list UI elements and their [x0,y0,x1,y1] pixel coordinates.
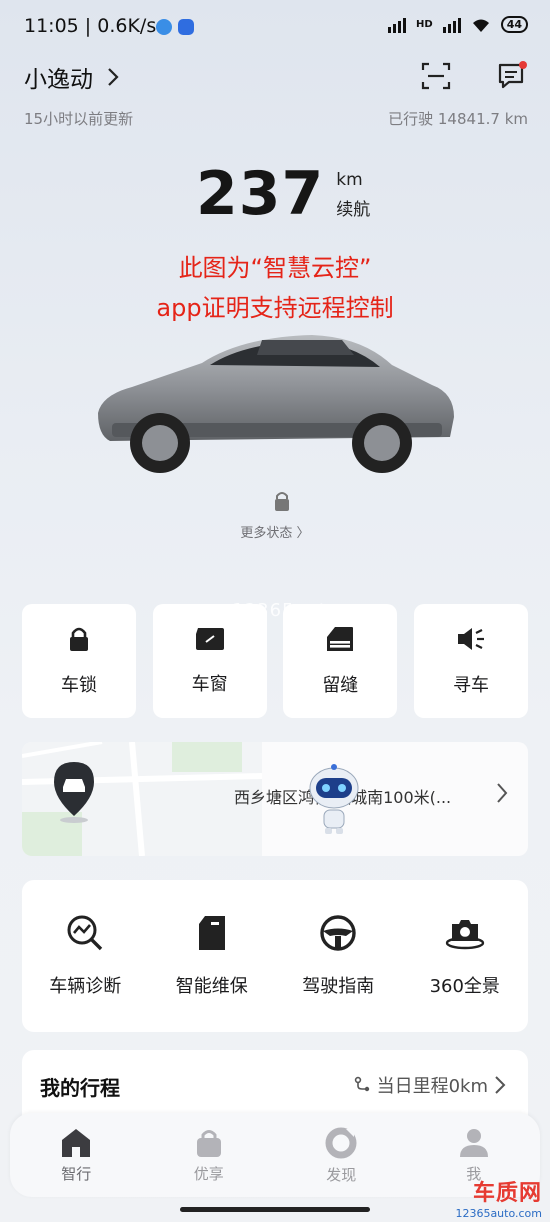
bag-icon [196,1129,221,1157]
driving-guide-button[interactable]: 驾驶指南 [279,914,397,998]
vehicle-name: 小逸动 [24,67,93,93]
car-location-pin-icon [54,762,94,823]
quick-controls: 车锁 车窗 留缝 寻车 [22,604,528,718]
signal-icon [442,17,461,33]
driving-guide-label: 驾驶指南 [302,976,375,997]
home-indicator[interactable] [180,1207,370,1212]
tab-smart-drive[interactable]: 智行 [31,1127,121,1184]
smart-maintenance-label: 智能维保 [175,976,248,997]
wifi-icon [472,19,489,32]
chevron-right-icon [108,68,119,86]
network-type: HD [416,19,433,30]
range-display: 237 km 续航 [196,162,370,226]
daily-mileage: 当日里程0km [376,1076,488,1097]
panorama-360-label: 360全景 [429,976,500,997]
smart-maintenance-button[interactable]: 智能维保 [153,914,271,998]
status-bar: 11:05 | 0.6K/s HD 44 [0,0,550,52]
range-value: 237 [196,159,325,229]
window-icon [195,628,224,650]
vehicle-header: 小逸动 15小时以前更新 已行驶 14841.7 km [0,60,550,130]
assistant-robot-icon[interactable] [306,764,362,836]
steering-wheel-icon [320,915,356,951]
find-car-button[interactable]: 寻车 [413,604,528,718]
camera-360-icon [445,920,484,950]
daily-mileage-link[interactable]: 当日里程0km [353,1072,506,1098]
lock-icon [70,627,88,651]
total-mileage: 已行驶 14841.7 km [388,110,528,128]
window-gap-label: 留缝 [322,675,359,696]
service-shortcuts: 车辆诊断 智能维保 驾驶指南 360全景 [22,880,528,1032]
chevron-right-icon [495,1076,506,1094]
range-unit: km [336,170,363,190]
tab-discover[interactable]: 发现 [296,1126,386,1185]
home-icon [62,1128,91,1157]
last-updated: 15小时以前更新 [24,110,134,128]
window-gap-icon [327,627,354,651]
find-car-label: 寻车 [452,675,489,696]
tab-benefits[interactable]: 优享 [164,1127,254,1184]
lock-button[interactable]: 车锁 [22,604,136,718]
brand-watermark: 车质网 12365auto.com [455,1175,542,1220]
vehicle-diagnosis-button[interactable]: 车辆诊断 [26,914,144,998]
annotation-line-2: app证明支持远程控制 [156,294,394,322]
maintenance-icon [198,916,225,950]
horn-icon [457,628,484,650]
message-icon[interactable] [496,60,528,92]
battery-indicator: 44 [500,16,528,33]
tab-discover-label: 发现 [326,1165,357,1184]
watermark: www.12365auto.com [180,600,387,621]
vehicle-location-card[interactable]: 西乡塘区鸿信·福城南100米(... [22,742,528,856]
scan-icon[interactable] [420,60,452,92]
annotation-line-1: 此图为“智慧云控” [178,254,372,282]
range-label: 续航 [336,200,371,220]
lock-label: 车锁 [61,675,97,696]
status-indicators: HD 44 [388,16,528,33]
window-gap-button[interactable]: 留缝 [283,604,398,718]
brand-name: 车质网 [472,1181,542,1206]
my-trips-title: 我的行程 [40,1076,120,1100]
chevron-right-icon [497,783,508,803]
panorama-360-button[interactable]: 360全景 [406,914,524,998]
window-button[interactable]: 车窗 [152,604,267,718]
status-time: 11:05 | 0.6K/s [24,15,157,37]
more-status-link[interactable]: 更多状态 〉 [0,522,550,541]
vehicle-diagnosis-label: 车辆诊断 [49,976,122,997]
car-image [98,335,454,473]
route-icon [354,1076,369,1092]
tab-smart-drive-label: 智行 [61,1164,92,1183]
app-notification-icon [178,19,194,35]
vehicle-selector[interactable]: 小逸动 [24,60,119,94]
brand-url: 12365auto.com [455,1207,542,1220]
tab-benefits-label: 优享 [193,1164,224,1183]
discover-icon [325,1127,357,1158]
signal-icon [388,17,407,33]
window-label: 车窗 [191,674,228,695]
lock-status-icon [275,492,289,511]
app-notification-icon [156,19,172,35]
profile-icon [459,1128,488,1157]
diagnosis-icon [67,915,103,951]
